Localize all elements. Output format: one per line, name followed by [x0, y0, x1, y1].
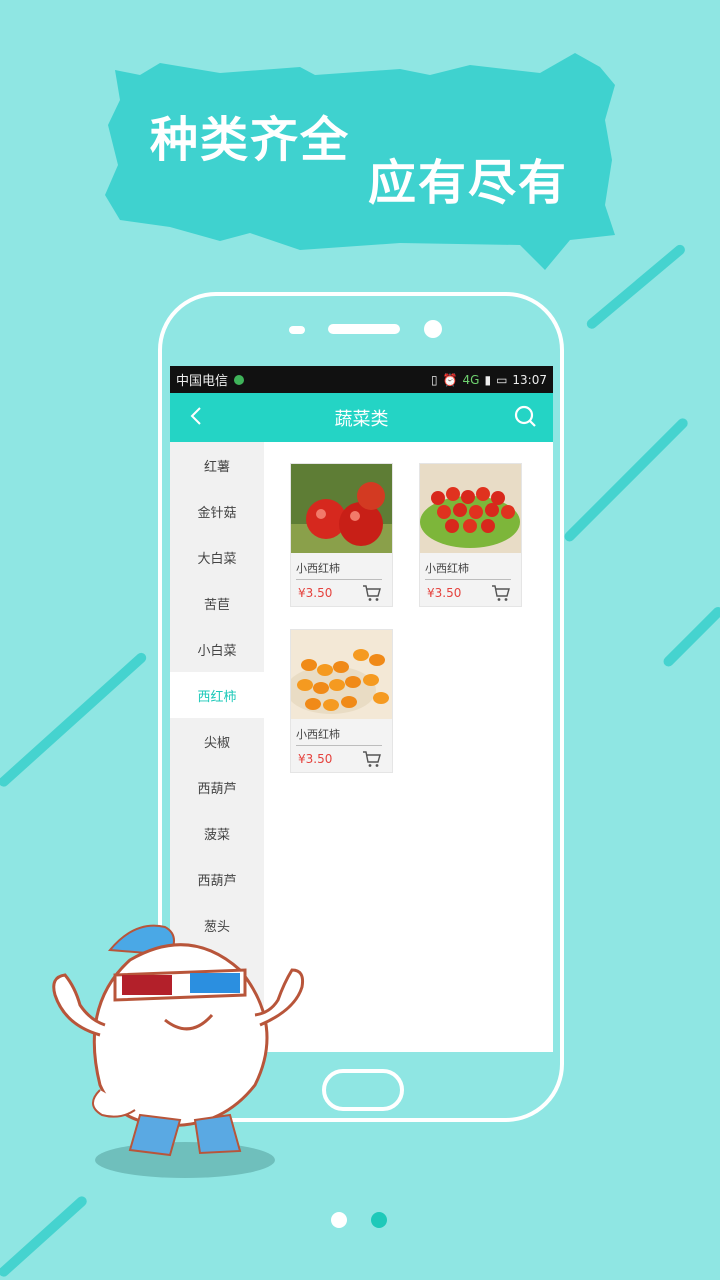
- page-dot[interactable]: [331, 1212, 347, 1228]
- category-item[interactable]: 红薯: [170, 442, 264, 488]
- page-dot-active[interactable]: [371, 1212, 387, 1228]
- category-item[interactable]: 菠菜: [170, 810, 264, 856]
- phone-speaker: [328, 324, 400, 334]
- product-price: ¥3.50: [298, 752, 333, 766]
- decor-line: [0, 650, 149, 789]
- category-item[interactable]: 尖椒: [170, 718, 264, 764]
- product-card[interactable]: 小西红柿 ¥3.50: [290, 463, 393, 607]
- product-image: [291, 464, 392, 553]
- category-item[interactable]: 金针菇: [170, 488, 264, 534]
- status-bar: 中国电信 ▯ ⏰ 4G ▮ ▭ 13:07: [170, 366, 553, 393]
- clock-label: 13:07: [512, 372, 547, 387]
- battery-icon: ▭: [496, 372, 508, 387]
- signal-icon: ▮: [484, 372, 492, 387]
- product-image: [420, 464, 521, 553]
- category-item[interactable]: 大白菜: [170, 534, 264, 580]
- product-image: [291, 630, 392, 719]
- network-label: 4G: [462, 372, 480, 387]
- cart-icon[interactable]: [362, 750, 382, 768]
- category-item[interactable]: 西葫芦: [170, 764, 264, 810]
- carrier-label: 中国电信: [176, 374, 229, 389]
- category-item[interactable]: 西葫芦: [170, 856, 264, 902]
- product-name: 小西红柿: [425, 560, 511, 580]
- product-price: ¥3.50: [427, 586, 462, 600]
- product-price: ¥3.50: [298, 586, 333, 600]
- home-button: [322, 1069, 404, 1111]
- search-icon[interactable]: [513, 404, 539, 430]
- promo-banner: 种类齐全 应有尽有: [100, 45, 620, 280]
- banner-line-1: 种类齐全: [150, 112, 351, 168]
- category-item[interactable]: 苦苣: [170, 580, 264, 626]
- product-card[interactable]: 小西红柿 ¥3.50: [419, 463, 522, 607]
- phone-sensor: [289, 326, 305, 334]
- cart-icon[interactable]: [491, 584, 511, 602]
- page-title: 蔬菜类: [334, 408, 389, 430]
- alarm-icon: ⏰: [442, 372, 458, 387]
- vibrate-icon: ▯: [430, 372, 438, 387]
- phone-camera: [424, 320, 442, 338]
- mascot-illustration: [52, 924, 304, 1178]
- category-item[interactable]: 小白菜: [170, 626, 264, 672]
- decor-line: [562, 416, 690, 544]
- product-name: 小西红柿: [296, 560, 382, 580]
- carrier-icon: [234, 374, 245, 385]
- category-item-active[interactable]: 西红柿: [170, 672, 264, 718]
- decor-line: [0, 1194, 89, 1279]
- app-bar: 蔬菜类: [170, 393, 553, 442]
- product-name: 小西红柿: [296, 726, 382, 746]
- banner-line-2: 应有尽有: [368, 155, 569, 211]
- cart-icon[interactable]: [362, 584, 382, 602]
- product-card[interactable]: 小西红柿 ¥3.50: [290, 629, 393, 773]
- decor-line: [661, 604, 720, 669]
